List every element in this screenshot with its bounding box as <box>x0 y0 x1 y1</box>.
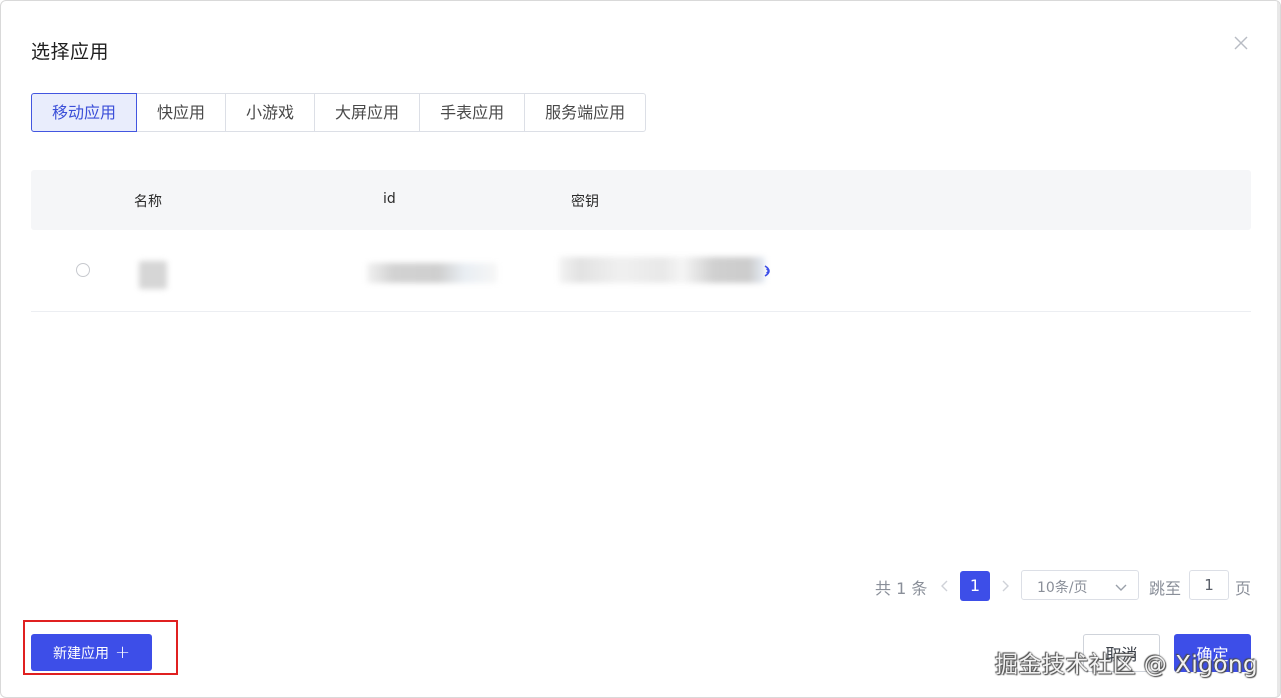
jump-page-input[interactable] <box>1189 570 1229 600</box>
column-header-id: id <box>383 191 396 207</box>
tab-mini-game[interactable]: 小游戏 <box>225 93 316 132</box>
page-size-value: 10条/页 <box>1037 580 1088 596</box>
tab-watch-app[interactable]: 手表应用 <box>419 93 526 132</box>
tab-quick-app[interactable]: 快应用 <box>136 93 227 132</box>
page-number-current[interactable]: 1 <box>960 571 990 601</box>
dialog-title: 选择应用 <box>31 41 110 63</box>
new-app-label: 新建应用 <box>52 645 109 662</box>
table-row[interactable] <box>31 231 1251 312</box>
tab-server-app[interactable]: 服务端应用 <box>524 93 647 132</box>
eye-icon[interactable] <box>762 263 776 277</box>
redacted-app-id <box>367 263 497 283</box>
jump-to-label: 跳至 <box>1149 579 1182 598</box>
column-header-name: 名称 <box>134 194 162 210</box>
new-app-button[interactable]: 新建应用 + <box>31 634 152 671</box>
tab-large-screen-app[interactable]: 大屏应用 <box>314 93 421 132</box>
cancel-button[interactable]: 取消 <box>1083 634 1160 672</box>
table-header: 名称 id 密钥 <box>31 170 1251 230</box>
confirm-button[interactable]: 确定 <box>1174 634 1251 672</box>
page-size-select[interactable]: 10条/页 <box>1021 570 1139 600</box>
chevron-left-icon[interactable] <box>939 578 951 592</box>
scrollbar[interactable] <box>1277 1 1280 697</box>
tab-mobile-app[interactable]: 移动应用 <box>31 93 138 132</box>
chevron-down-icon <box>1114 579 1128 591</box>
chevron-right-icon[interactable] <box>999 578 1011 592</box>
pagination-total: 共 1 条 <box>875 579 928 598</box>
redacted-app-name <box>139 261 167 289</box>
redacted-app-secret <box>559 257 765 283</box>
page-unit-label: 页 <box>1235 579 1252 598</box>
app-type-tabs: 移动应用 快应用 小游戏 大屏应用 手表应用 服务端应用 <box>31 93 647 132</box>
plus-icon: + <box>114 641 131 663</box>
row-radio[interactable] <box>76 263 90 277</box>
close-icon[interactable] <box>1232 34 1250 52</box>
column-header-secret: 密钥 <box>571 194 599 210</box>
select-app-dialog: 选择应用 移动应用 快应用 小游戏 大屏应用 手表应用 服务端应用 名称 id … <box>0 0 1281 698</box>
